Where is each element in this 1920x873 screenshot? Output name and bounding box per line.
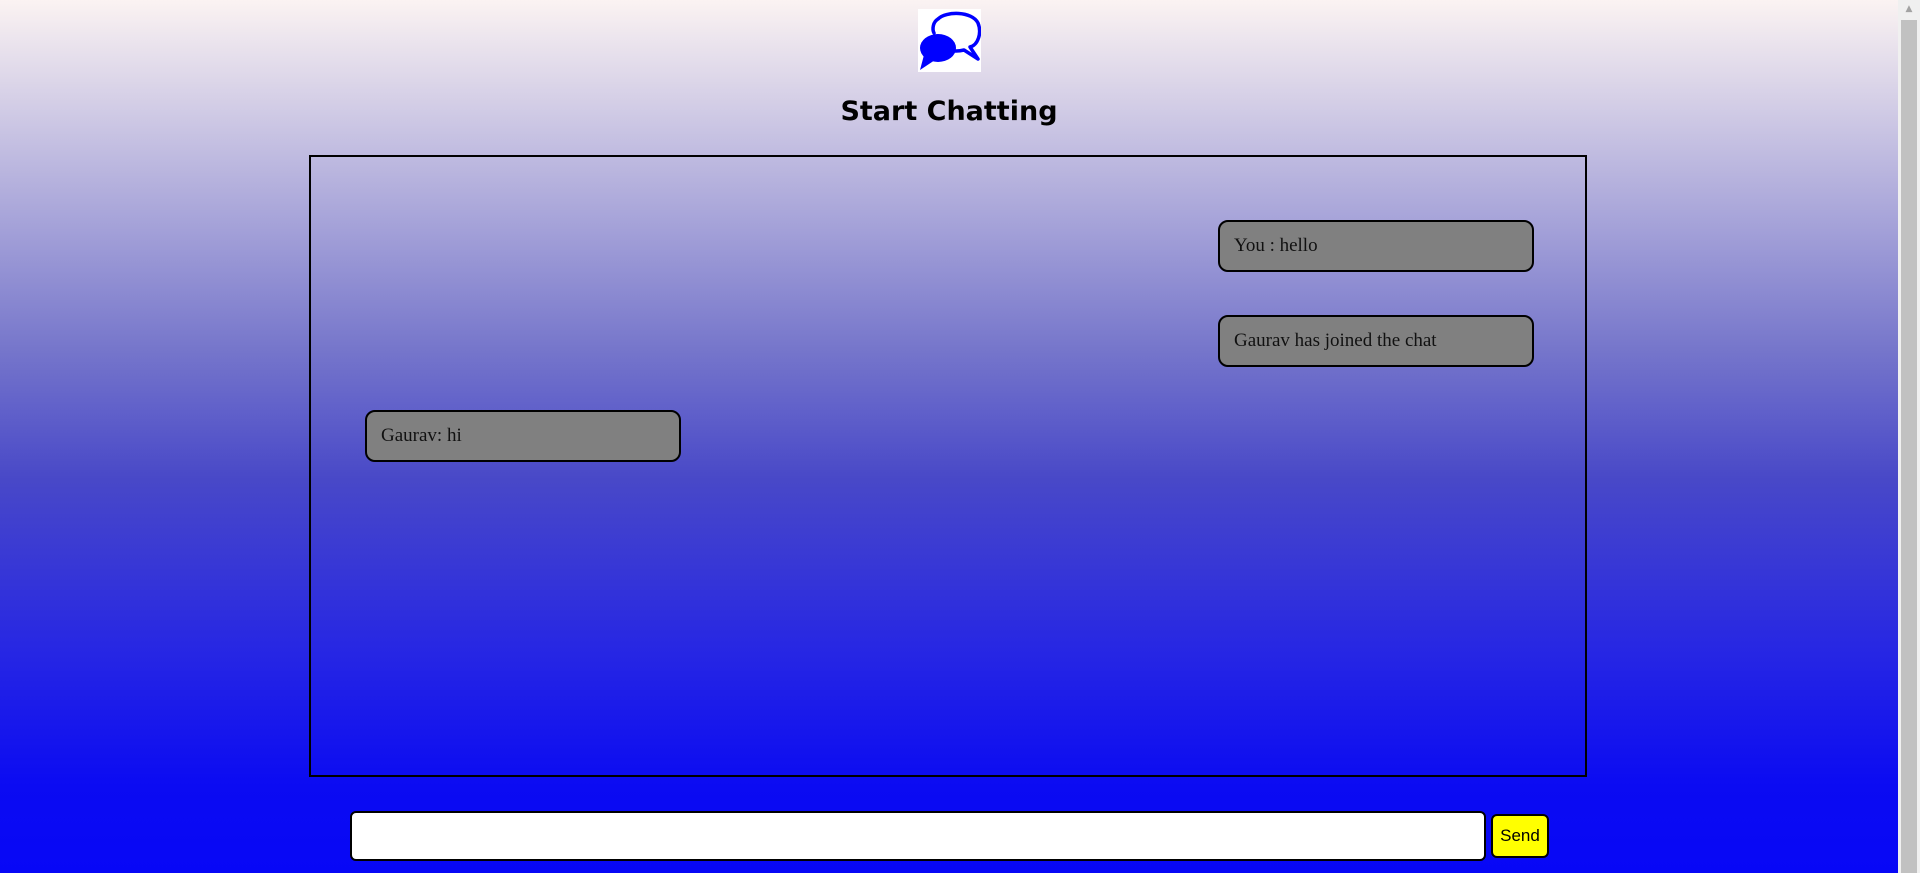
scrollbar-thumb[interactable] (1901, 20, 1917, 873)
message-bubble: Gaurav has joined the chat (1218, 315, 1534, 367)
message-bubble: You : hello (1218, 220, 1534, 272)
message-composer: Send (350, 811, 1550, 861)
page-scrollbar[interactable]: ▲ (1898, 0, 1920, 873)
page-title: Start Chatting (840, 96, 1058, 127)
scroll-up-arrow-icon[interactable]: ▲ (1898, 0, 1920, 18)
chat-messages-panel[interactable]: You : hello Gaurav has joined the chat G… (309, 155, 1587, 777)
message-input[interactable] (350, 811, 1486, 861)
message-bubble: Gaurav: hi (365, 410, 681, 462)
chat-logo (918, 9, 981, 72)
send-button[interactable]: Send (1491, 814, 1549, 858)
chat-bubbles-icon (920, 11, 981, 70)
